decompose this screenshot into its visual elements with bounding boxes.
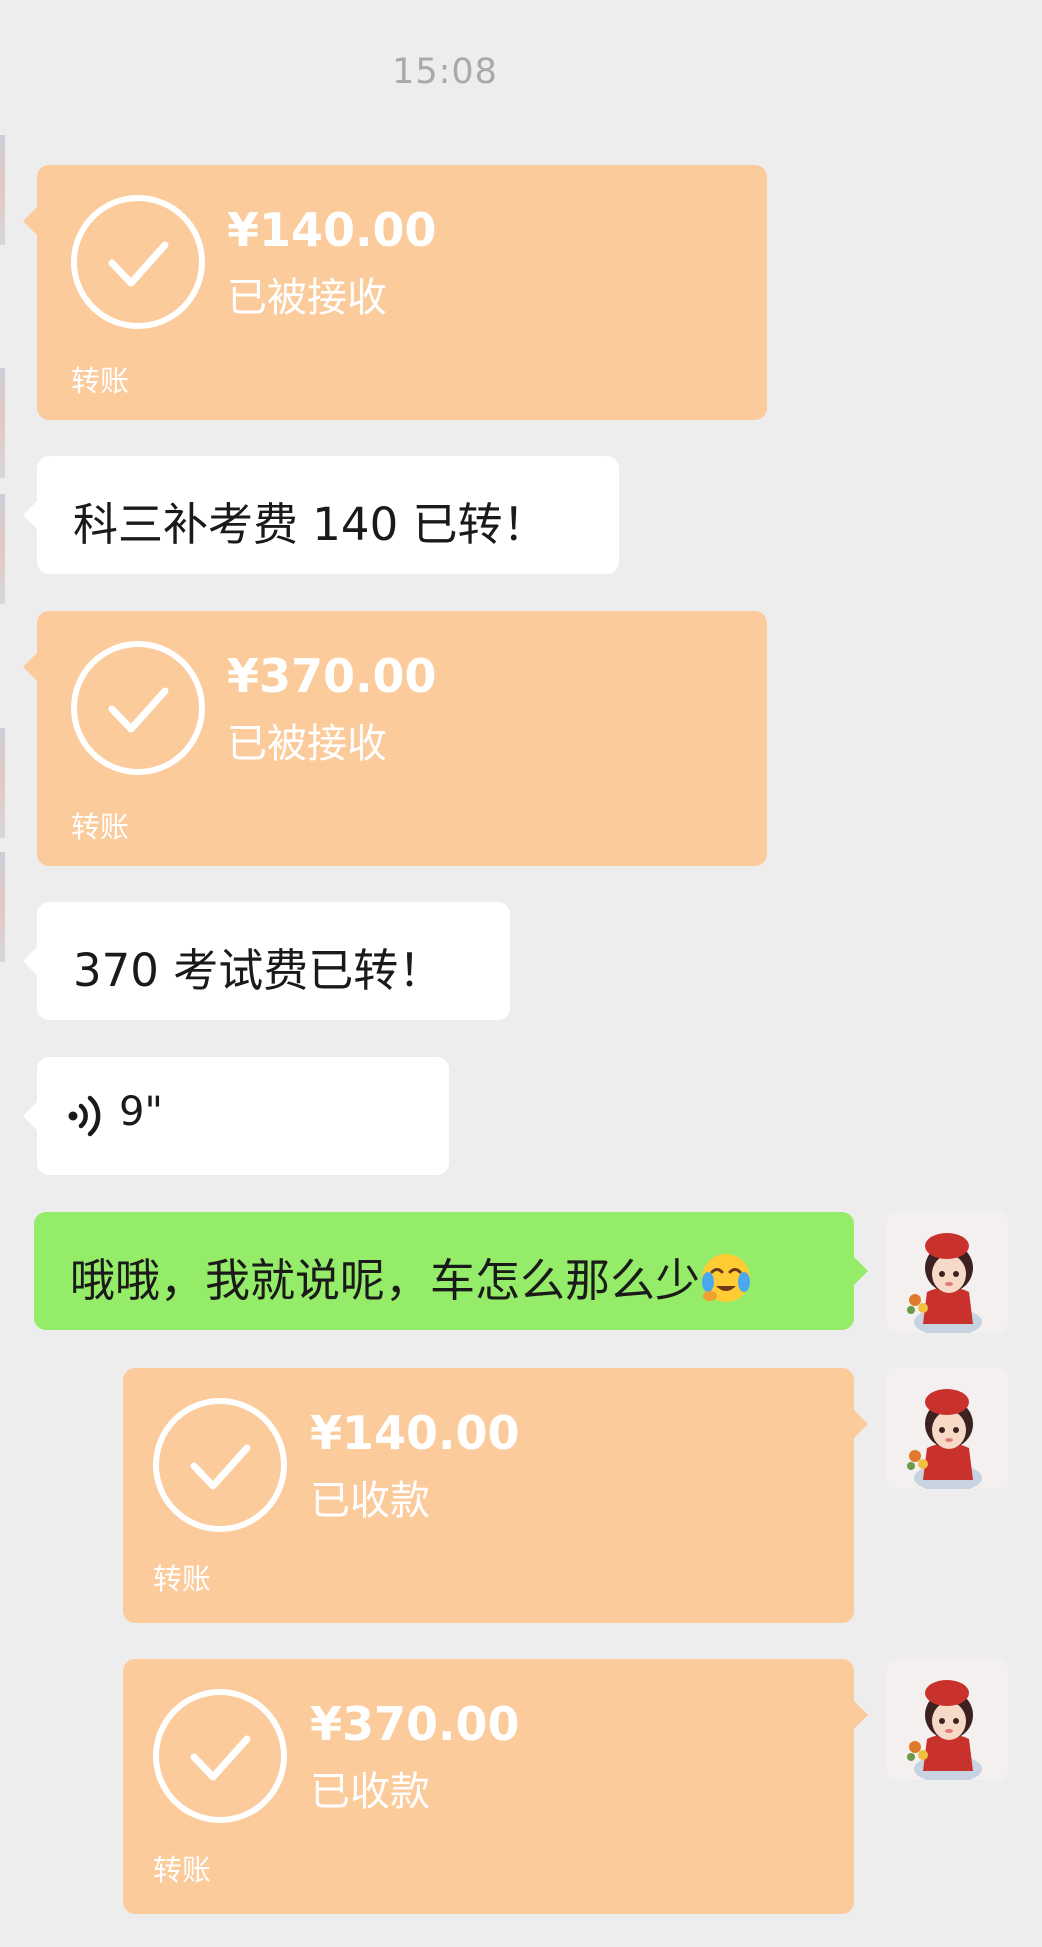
- message-bubble-received[interactable]: 370 考试费已转！: [23, 902, 510, 1020]
- message-text: 哦哦，我就说呢，车怎么那么少: [70, 1254, 701, 1307]
- transfer-card-sent[interactable]: ¥370.00 已收款 转账: [123, 1659, 868, 1914]
- message-text: 370 考试费已转！: [73, 944, 444, 997]
- transfer-status: 已收款: [310, 1769, 430, 1815]
- bubble-tail: [23, 653, 37, 681]
- voice-icon: [68, 1095, 101, 1137]
- transfer-label: 转账: [71, 364, 130, 398]
- transfer-card-received[interactable]: ¥370.00 已被接收 转账: [23, 611, 767, 866]
- bubble-tail: [854, 1701, 868, 1729]
- check-circle-icon: [153, 1398, 287, 1532]
- bubble-tail: [854, 1257, 868, 1285]
- bubble-tail: [23, 947, 37, 975]
- bubble-tail: [23, 501, 37, 529]
- partner-avatar[interactable]: [0, 135, 5, 245]
- my-avatar[interactable]: [887, 1368, 1008, 1489]
- transfer-amount: ¥140.00: [310, 1406, 520, 1460]
- voice-message-bubble[interactable]: 9": [23, 1057, 449, 1175]
- avatar-image: [887, 1212, 1008, 1333]
- check-circle-icon: [153, 1689, 287, 1823]
- transfer-label: 转账: [153, 1562, 212, 1596]
- message-timestamp: 15:08: [392, 52, 498, 92]
- transfer-card-sent[interactable]: ¥140.00 已收款 转账: [123, 1368, 868, 1623]
- message-content: 哦哦，我就说呢，车怎么那么少: [70, 1244, 752, 1309]
- bubble-tail: [23, 1102, 37, 1130]
- transfer-amount: ¥370.00: [227, 649, 437, 703]
- transfer-status: 已被接收: [227, 275, 387, 321]
- partner-avatar[interactable]: [0, 728, 5, 838]
- avatar-image: [887, 1659, 1008, 1780]
- message-text: 科三补考费 140 已转！: [73, 498, 548, 551]
- transfer-label: 转账: [71, 810, 130, 844]
- avatar-image: [887, 1368, 1008, 1489]
- partner-avatar[interactable]: [0, 368, 5, 478]
- transfer-status: 已收款: [310, 1478, 430, 1524]
- partner-avatar[interactable]: [0, 852, 5, 962]
- message-bubble-sent[interactable]: 哦哦，我就说呢，车怎么那么少: [34, 1212, 868, 1330]
- transfer-status: 已被接收: [227, 721, 387, 767]
- transfer-card-received[interactable]: ¥140.00 已被接收 转账: [23, 165, 767, 420]
- partner-avatar[interactable]: [0, 494, 5, 604]
- check-circle-icon: [71, 195, 205, 329]
- transfer-amount: ¥370.00: [310, 1697, 520, 1751]
- my-avatar[interactable]: [887, 1212, 1008, 1333]
- my-avatar[interactable]: [887, 1659, 1008, 1780]
- bubble-tail: [854, 1410, 868, 1438]
- bubble-tail: [23, 207, 37, 235]
- message-bubble-received[interactable]: 科三补考费 140 已转！: [23, 456, 619, 574]
- voice-duration: 9": [119, 1089, 163, 1135]
- check-circle-icon: [71, 641, 205, 775]
- transfer-amount: ¥140.00: [227, 203, 437, 257]
- crying-face-emoji: [700, 1252, 752, 1304]
- transfer-label: 转账: [153, 1853, 212, 1887]
